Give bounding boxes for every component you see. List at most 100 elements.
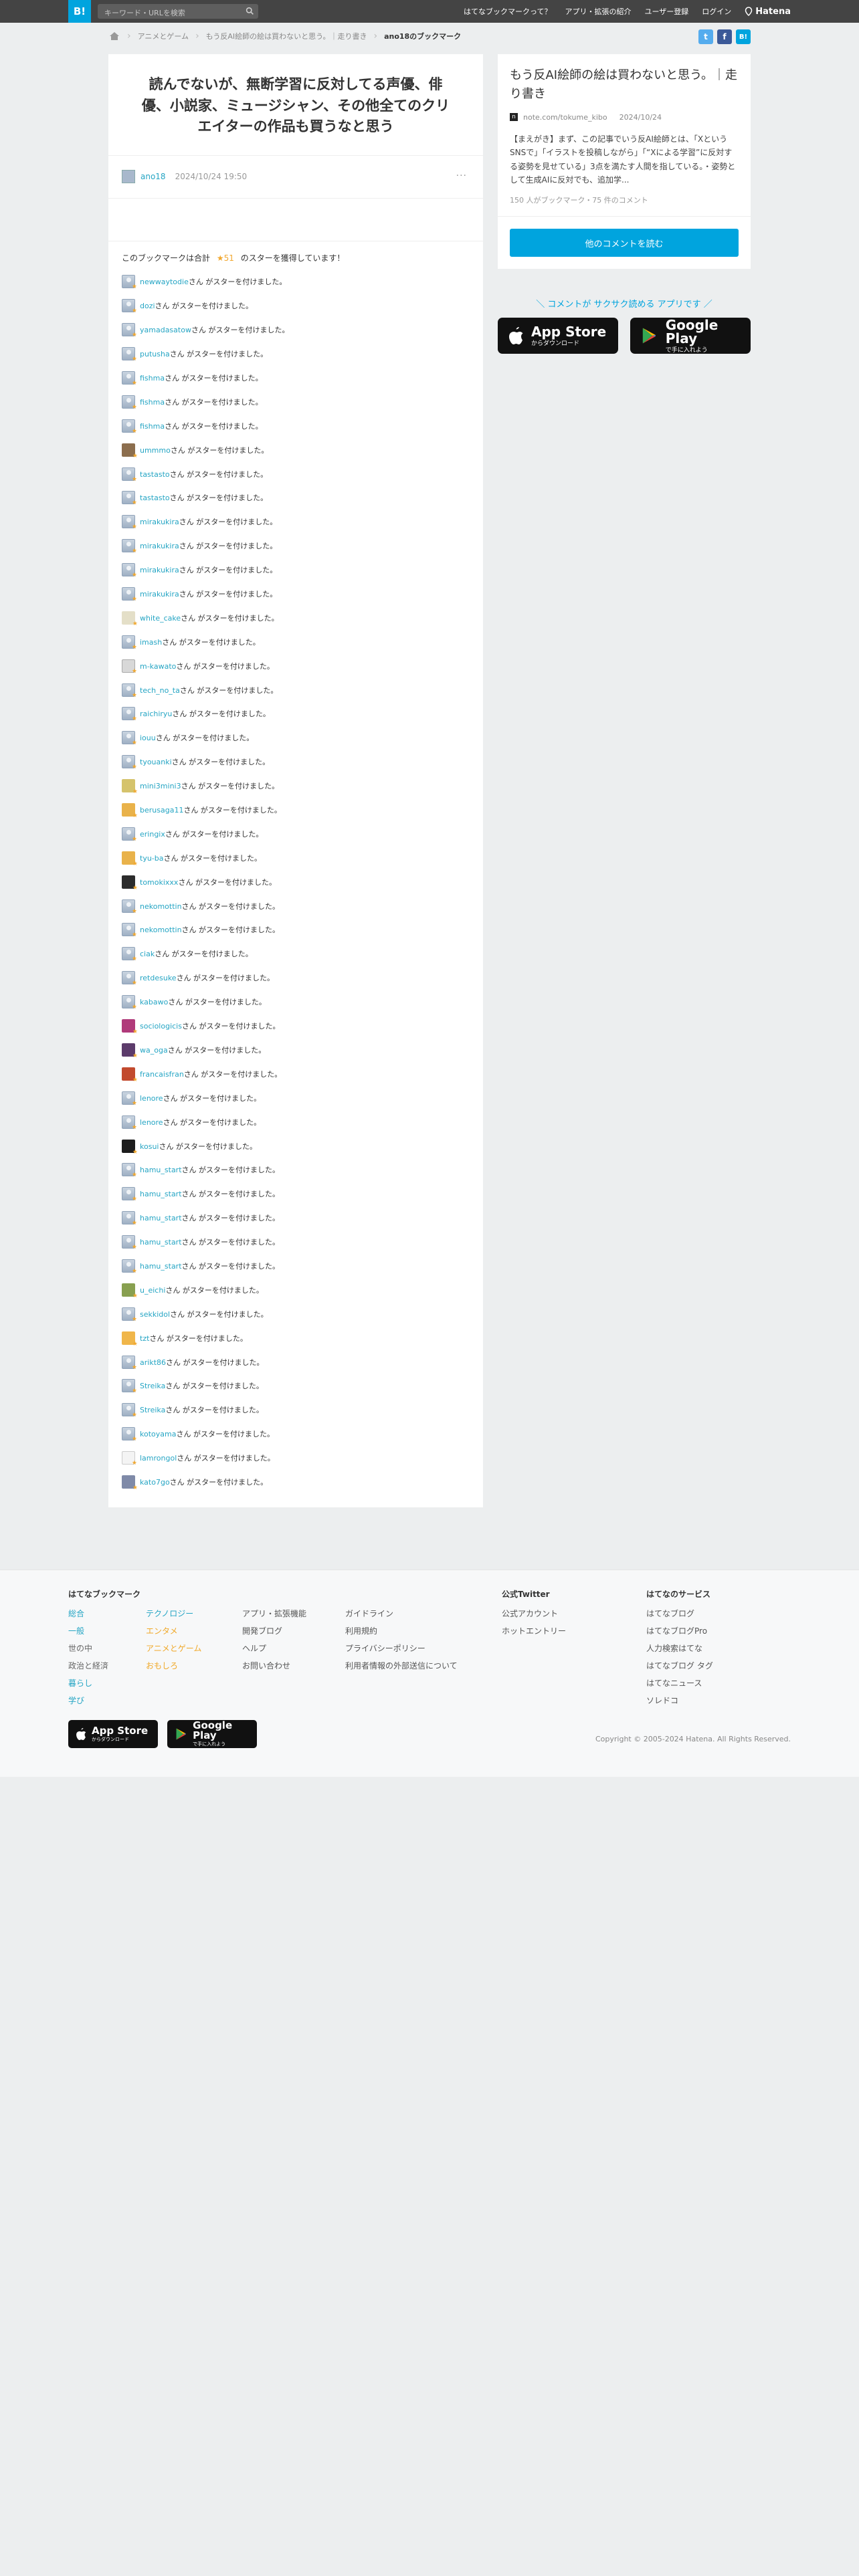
read-comments-button[interactable]: 他のコメントを読む (510, 229, 739, 257)
user-avatar[interactable]: ★ (122, 1211, 137, 1226)
avatar[interactable] (122, 170, 135, 183)
google-play-button[interactable]: Google Play で手に入れよう (630, 318, 751, 354)
star-user-link[interactable]: tzt (140, 1334, 149, 1343)
entry-title[interactable]: もう反AI絵師の絵は買わないと思う。｜走り書き (510, 66, 739, 104)
star-user-link[interactable]: yamadasatow (140, 326, 191, 334)
user-avatar[interactable]: ★ (122, 1355, 137, 1371)
footer-link[interactable]: 世の中 (68, 1640, 140, 1657)
nav-login[interactable]: ログイン (702, 6, 731, 17)
star-user-link[interactable]: imash (140, 638, 162, 647)
footer-link[interactable]: 公式アカウント (502, 1605, 566, 1622)
more-menu-icon[interactable]: ··· (456, 171, 467, 181)
footer-link[interactable]: 一般 (68, 1622, 140, 1640)
footer-google-play-button[interactable]: Google Play で手に入れよう (167, 1720, 257, 1748)
star-user-link[interactable]: hamu_start (140, 1166, 182, 1174)
footer-link[interactable]: アプリ・拡張機能 (242, 1605, 306, 1622)
breadcrumb-category[interactable]: アニメとゲーム (138, 31, 189, 41)
user-avatar[interactable]: ★ (122, 1427, 137, 1442)
entry-domain[interactable]: note.com/tokume_kibo (523, 113, 607, 122)
user-avatar[interactable]: ★ (122, 803, 138, 819)
home-icon[interactable] (108, 30, 120, 42)
star-user-link[interactable]: lamrongol (140, 1454, 177, 1463)
user-avatar[interactable]: ★ (122, 299, 137, 314)
footer-link[interactable]: 暮らし (68, 1675, 140, 1692)
footer-link[interactable]: テクノロジー (146, 1605, 201, 1622)
star-user-link[interactable]: hamu_start (140, 1190, 182, 1198)
user-avatar[interactable]: ★ (122, 275, 137, 290)
user-avatar[interactable]: ★ (122, 1403, 137, 1418)
user-avatar[interactable]: ★ (122, 1115, 137, 1131)
user-avatar[interactable]: ★ (122, 395, 137, 411)
user-avatar[interactable]: ★ (122, 899, 137, 915)
star-user-link[interactable]: ciak (140, 950, 155, 958)
user-avatar[interactable]: ★ (122, 1307, 137, 1323)
user-avatar[interactable]: ★ (122, 443, 138, 459)
nav-about[interactable]: はてなブックマークって？ (464, 6, 551, 17)
user-avatar[interactable]: ★ (122, 1379, 137, 1394)
user-avatar[interactable]: ★ (122, 371, 137, 387)
footer-link[interactable]: はてなニュース (646, 1675, 713, 1692)
star-user-link[interactable]: kosui (140, 1142, 159, 1151)
star-user-link[interactable]: mirakukira (140, 590, 179, 599)
star-user-link[interactable]: lenore (140, 1094, 163, 1103)
footer-link[interactable]: 政治と経済 (68, 1657, 140, 1675)
user-avatar[interactable]: ★ (122, 1259, 137, 1275)
hatena-logo[interactable]: Hatena (745, 7, 791, 17)
star-user-link[interactable]: nekomottin (140, 926, 182, 934)
user-avatar[interactable]: ★ (122, 1235, 137, 1251)
star-user-link[interactable]: hamu_start (140, 1262, 182, 1271)
star-user-link[interactable]: Streika (140, 1382, 165, 1390)
user-avatar[interactable]: ★ (122, 995, 137, 1010)
user-avatar[interactable]: ★ (122, 1067, 138, 1083)
bookmark-user-link[interactable]: ano18 (140, 172, 166, 181)
star-user-link[interactable]: retdesuke (140, 974, 177, 982)
star-user-link[interactable]: wa_oga (140, 1046, 168, 1055)
star-user-link[interactable]: hamu_start (140, 1214, 182, 1222)
user-avatar[interactable]: ★ (122, 1451, 137, 1467)
user-avatar[interactable]: ★ (122, 779, 138, 795)
star-user-link[interactable]: u_eichi (140, 1286, 165, 1295)
star-user-link[interactable]: tech_no_ta (140, 686, 180, 695)
user-avatar[interactable]: ★ (122, 587, 137, 603)
star-user-link[interactable]: kabawo (140, 998, 168, 1006)
footer-link[interactable]: アニメとゲーム (146, 1640, 201, 1657)
star-user-link[interactable]: mirakukira (140, 518, 179, 526)
star-user-link[interactable]: dozi (140, 302, 155, 310)
user-avatar[interactable]: ★ (122, 539, 137, 554)
star-user-link[interactable]: arikt86 (140, 1358, 166, 1367)
user-avatar[interactable]: ★ (122, 515, 137, 530)
star-user-link[interactable]: fishma (140, 374, 165, 383)
user-avatar[interactable]: ★ (122, 923, 137, 938)
footer-link[interactable]: 利用規約 (345, 1622, 458, 1640)
user-avatar[interactable]: ★ (122, 491, 137, 506)
footer-link[interactable]: エンタメ (146, 1622, 201, 1640)
user-avatar[interactable]: ★ (122, 1043, 138, 1059)
footer-link[interactable]: ソレドコ (646, 1692, 713, 1709)
star-user-link[interactable]: tastasto (140, 494, 170, 502)
entry-counts[interactable]: 150 人がブックマーク・75 件のコメント (510, 195, 739, 205)
user-avatar[interactable]: ★ (122, 707, 137, 722)
star-user-link[interactable]: iouu (140, 734, 156, 742)
footer-app-store-button[interactable]: App Store からダウンロード (68, 1720, 158, 1748)
footer-link[interactable]: 開発ブログ (242, 1622, 306, 1640)
star-user-link[interactable]: mirakukira (140, 542, 179, 550)
user-avatar[interactable]: ★ (122, 1019, 138, 1035)
footer-link[interactable]: 利用者情報の外部送信について (345, 1657, 458, 1675)
star-user-link[interactable]: tyu-ba (140, 854, 164, 863)
user-avatar[interactable]: ★ (122, 611, 138, 627)
footer-link[interactable]: 学び (68, 1692, 140, 1709)
breadcrumb-entry[interactable]: もう反AI絵師の絵は買わないと思う。｜走り書き (206, 31, 367, 41)
footer-link[interactable]: お問い合わせ (242, 1657, 306, 1675)
user-avatar[interactable]: ★ (122, 1283, 138, 1299)
user-avatar[interactable]: ★ (122, 467, 137, 483)
star-user-link[interactable]: tomokixxx (140, 878, 178, 887)
star-user-link[interactable]: lenore (140, 1118, 163, 1127)
footer-link[interactable]: 総合 (68, 1605, 140, 1622)
user-avatar[interactable]: ★ (122, 827, 137, 843)
star-user-link[interactable]: eringix (140, 830, 165, 839)
user-avatar[interactable]: ★ (122, 323, 137, 338)
footer-link[interactable]: はてなブログPro (646, 1622, 713, 1640)
facebook-share-icon[interactable]: f (717, 29, 732, 44)
footer-link[interactable]: はてなブログ (646, 1605, 713, 1622)
hatebu-share-icon[interactable]: B! (736, 29, 751, 44)
